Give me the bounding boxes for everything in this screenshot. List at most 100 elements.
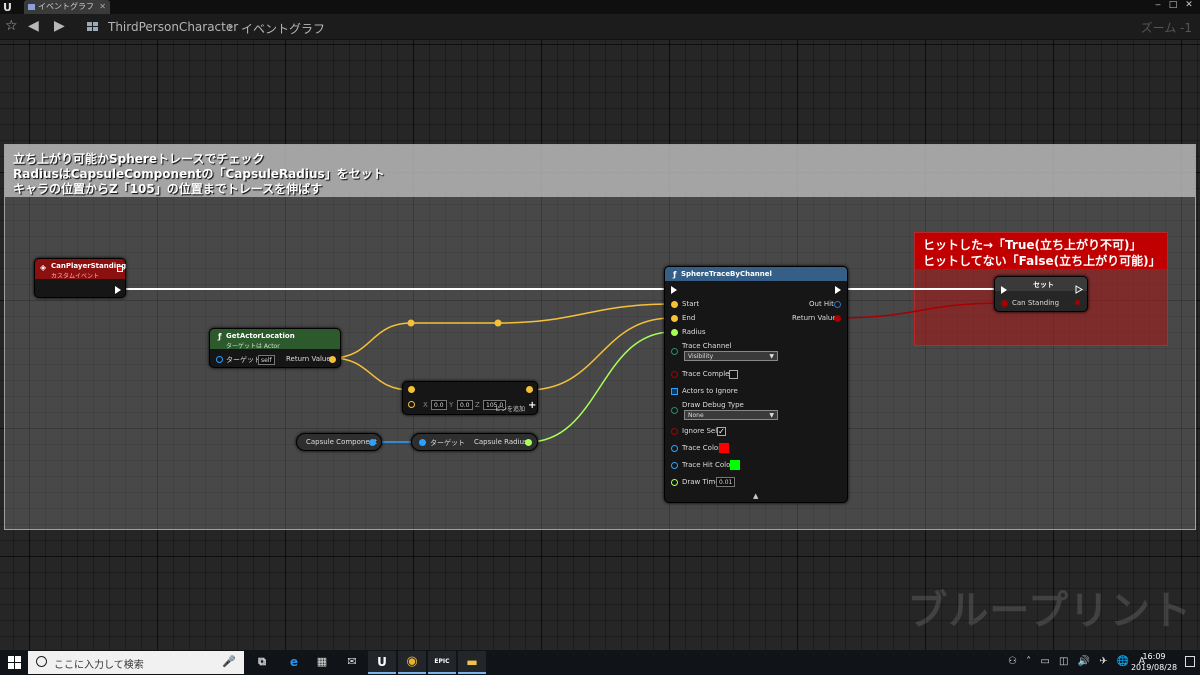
vector-wire-add-to-end bbox=[527, 317, 673, 391]
epic-launcher-app[interactable]: EPIC bbox=[428, 651, 456, 674]
node-title: セット bbox=[1033, 281, 1054, 289]
x-value-field[interactable]: 0.0 bbox=[431, 400, 447, 410]
draw-debug-type-value: None bbox=[688, 412, 704, 419]
search-placeholder: ここに入力して検索 bbox=[54, 660, 144, 671]
node-get-capsule-radius[interactable]: ターゲット Capsule Radius bbox=[411, 433, 538, 451]
wires-layer bbox=[122, 288, 1005, 443]
trace-color-swatch[interactable] bbox=[719, 443, 729, 453]
close-tab-icon[interactable]: ✕ bbox=[99, 0, 106, 14]
windows-taskbar: ここに入力して検索 🎤 ⧉ e ▦ ✉ U ◉ EPIC ▬ ⚇ ˄ ▭ ◫ 🔊… bbox=[0, 650, 1200, 675]
target-input-pin[interactable] bbox=[419, 439, 426, 446]
capsule-radius-output-pin[interactable] bbox=[525, 439, 532, 446]
forward-arrow-icon[interactable]: ▶ bbox=[54, 18, 65, 34]
collapse-arrow-icon[interactable]: ▲ bbox=[753, 492, 758, 500]
minimize-button[interactable]: ‒ bbox=[1151, 0, 1165, 12]
end-pin[interactable] bbox=[671, 315, 678, 322]
trace-complex-checkbox[interactable] bbox=[729, 370, 738, 379]
y-value-field[interactable]: 0.0 bbox=[457, 400, 473, 410]
ignore-self-label: Ignore Self bbox=[682, 427, 720, 435]
microphone-icon[interactable]: 🎤 bbox=[222, 655, 236, 668]
taskbar-clock-date[interactable]: 2019/08/28 bbox=[1126, 663, 1182, 672]
cortana-icon bbox=[36, 656, 47, 667]
task-view-button[interactable]: ⧉ bbox=[248, 651, 276, 674]
windows-start-icon[interactable] bbox=[8, 656, 22, 670]
draw-debug-type-pin[interactable] bbox=[671, 407, 678, 414]
target-label: ターゲット bbox=[226, 356, 261, 364]
vector-output-pin[interactable] bbox=[526, 386, 533, 393]
unreal-editor-app[interactable]: U bbox=[368, 651, 396, 674]
trace-hit-color-swatch[interactable] bbox=[730, 460, 740, 470]
trace-complex-label: Trace Complex bbox=[682, 370, 734, 378]
trace-hit-color-label: Trace Hit Color bbox=[682, 461, 734, 469]
star-icon[interactable]: ☆ bbox=[5, 18, 18, 34]
ignore-self-pin[interactable] bbox=[671, 428, 678, 435]
tab-event-graph[interactable]: イベントグラフ ✕ bbox=[24, 0, 110, 14]
taskbar-clock-time[interactable]: 16:09 bbox=[1134, 652, 1174, 661]
draw-time-pin[interactable] bbox=[671, 479, 678, 486]
target-value-field[interactable]: self bbox=[258, 355, 275, 365]
target-input-pin[interactable] bbox=[216, 356, 223, 363]
vector-input-pin-b[interactable] bbox=[408, 401, 415, 408]
trace-color-label: Trace Color bbox=[682, 444, 722, 452]
bool-wire-return-to-set bbox=[835, 302, 1005, 319]
node-sphere-trace-by-channel[interactable]: ƒ SphereTraceByChannel Start End Radius … bbox=[664, 266, 848, 503]
trace-channel-pin[interactable] bbox=[671, 348, 678, 355]
back-arrow-icon[interactable]: ◀ bbox=[28, 18, 39, 34]
vector-wire-location-to-reroute bbox=[331, 322, 412, 359]
return-value-pin[interactable] bbox=[329, 356, 336, 363]
can-standing-output-pin[interactable] bbox=[1075, 300, 1080, 305]
return-value-pin[interactable] bbox=[834, 315, 841, 322]
trace-complex-pin[interactable] bbox=[671, 371, 678, 378]
ue-editor-window: U イベントグラフ ✕ ‒ □ ✕ ☆ ◀ ▶ ThirdPersonChara… bbox=[0, 0, 1200, 675]
delegate-pin[interactable] bbox=[117, 266, 123, 272]
edge-app[interactable]: e bbox=[280, 651, 308, 674]
return-value-label: Return Value bbox=[792, 314, 837, 322]
node-vector-add[interactable]: X 0.0 Y 0.0 Z 105.0 ピンを追加 + bbox=[402, 381, 538, 415]
radius-pin[interactable] bbox=[671, 329, 678, 336]
exec-output-pin[interactable] bbox=[115, 286, 121, 294]
capsule-component-output-pin[interactable] bbox=[369, 439, 376, 446]
node-get-actor-location[interactable]: ƒ GetActorLocation ターゲットは Actor ターゲット se… bbox=[209, 328, 341, 368]
node-set-can-standing[interactable]: セット Can Standing bbox=[994, 276, 1088, 312]
taskbar-search-box[interactable]: ここに入力して検索 🎤 bbox=[28, 651, 244, 674]
file-explorer-app[interactable]: ▬ bbox=[458, 651, 486, 674]
actors-to-ignore-pin[interactable] bbox=[671, 388, 678, 395]
exec-output-pin[interactable] bbox=[1075, 285, 1083, 294]
exec-input-pin[interactable] bbox=[671, 286, 677, 294]
graph-canvas[interactable]: 立ち上がり可能かSphereトレースでチェック RadiusはCapsuleCo… bbox=[0, 40, 1200, 650]
add-pin-label: ピンを追加 bbox=[495, 406, 526, 413]
start-pin[interactable] bbox=[671, 301, 678, 308]
breadcrumb-graph[interactable]: イベントグラフ bbox=[241, 20, 325, 37]
notification-icon[interactable] bbox=[1185, 656, 1195, 667]
chrome-icon: ◉ bbox=[406, 654, 418, 669]
draw-debug-type-label: Draw Debug Type bbox=[682, 401, 744, 409]
mail-app[interactable]: ✉ bbox=[338, 651, 366, 674]
store-app[interactable]: ▦ bbox=[308, 651, 336, 674]
task-view-icon: ⧉ bbox=[258, 655, 266, 668]
node-capsule-component[interactable]: Capsule Component bbox=[296, 433, 382, 451]
event-node-can-player-standing[interactable]: ◈ CanPlayerStanding カスタムイベント bbox=[34, 258, 126, 298]
node-subtitle: ターゲットは Actor bbox=[226, 343, 280, 350]
can-standing-input-pin[interactable] bbox=[1001, 300, 1008, 307]
graph-toolbar: ☆ ◀ ▶ ThirdPersonCharacter › イベントグラフ ズーム… bbox=[0, 14, 1200, 40]
exec-output-pin[interactable] bbox=[835, 286, 841, 294]
unreal-icon: U bbox=[377, 655, 387, 669]
add-pin-icon[interactable]: + bbox=[528, 400, 536, 411]
out-hit-pin[interactable] bbox=[834, 301, 841, 308]
trace-color-pin[interactable] bbox=[671, 445, 678, 452]
breadcrumb-blueprint[interactable]: ThirdPersonCharacter bbox=[108, 20, 238, 34]
ignore-self-checkbox[interactable]: ✓ bbox=[717, 427, 726, 436]
exec-input-pin[interactable] bbox=[1001, 286, 1007, 294]
vector-input-pin-a[interactable] bbox=[408, 386, 415, 393]
end-label: End bbox=[682, 314, 696, 322]
trace-hit-color-pin[interactable] bbox=[671, 462, 678, 469]
maximize-button[interactable]: □ bbox=[1166, 0, 1180, 12]
chrome-app[interactable]: ◉ bbox=[398, 651, 426, 674]
trace-channel-dropdown[interactable]: Visibility ▼ bbox=[684, 351, 778, 361]
close-window-button[interactable]: ✕ bbox=[1182, 0, 1196, 12]
zoom-level: ズーム -1 bbox=[1140, 21, 1192, 35]
reroute-node bbox=[407, 319, 415, 327]
draw-debug-type-dropdown[interactable]: None ▼ bbox=[684, 410, 778, 420]
blueprint-watermark: ブループリント bbox=[907, 588, 1192, 634]
draw-time-field[interactable]: 0.01 bbox=[716, 477, 736, 487]
